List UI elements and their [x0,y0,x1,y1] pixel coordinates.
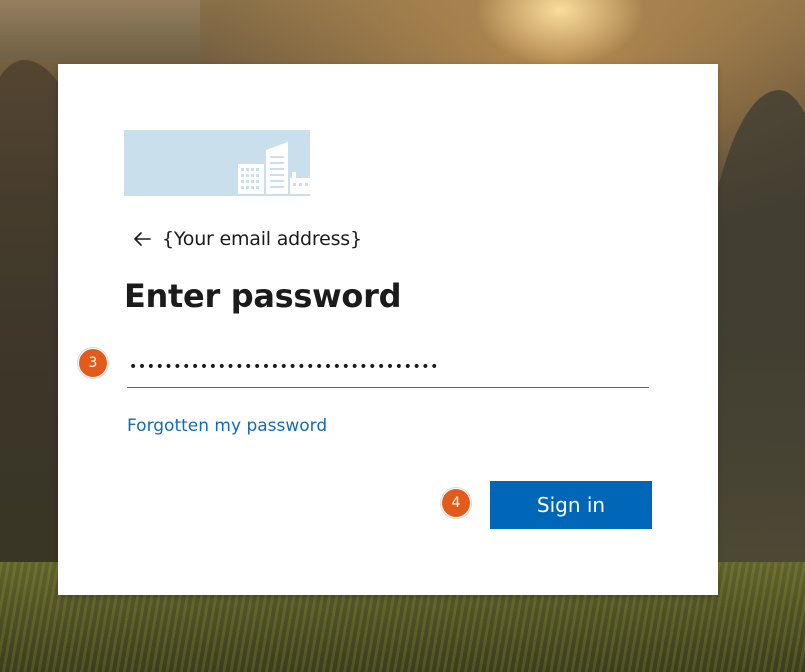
organization-logo [124,130,310,196]
password-field-wrapper [127,346,649,388]
sign-in-button[interactable]: Sign in [490,481,652,529]
building-logo-icon [238,142,310,194]
arrow-left-icon[interactable] [130,227,154,251]
step-badge-4: 4 [441,488,471,518]
step-badge-3: 3 [78,348,108,378]
password-input[interactable] [127,346,649,387]
forgot-password-link[interactable]: Forgotten my password [127,416,327,436]
sign-in-card: {Your email address} Enter password Forg… [58,64,718,595]
identity-email: {Your email address} [162,228,362,250]
identity-row: {Your email address} [130,225,362,253]
background-water [0,0,200,60]
page-title: Enter password [124,277,402,315]
